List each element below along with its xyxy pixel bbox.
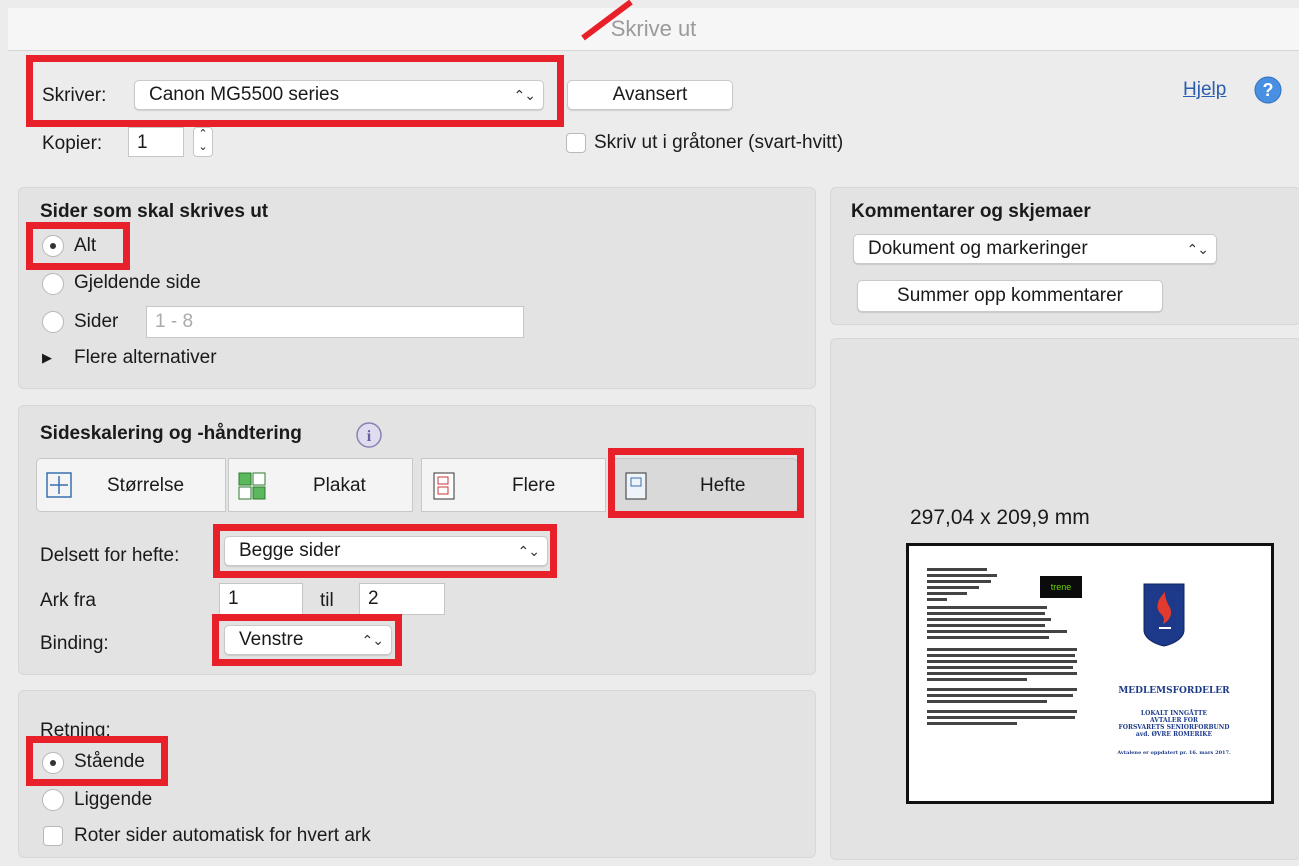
svg-text:?: ? [1263,80,1274,100]
size-icon [46,472,72,498]
advanced-button-label: Avansert [612,84,688,105]
page-range-input[interactable]: 1 - 8 [146,306,524,338]
paper-size-label: 297,04 x 209,9 mm [910,506,1090,529]
copies-label: Kopier: [42,133,103,154]
copies-stepper[interactable]: ⌃ ⌄ [193,127,213,157]
preview-sub2: AVTALER FOR [1149,717,1198,724]
copies-input[interactable]: 1 [128,127,184,157]
disclosure-triangle-icon[interactable]: ▶ [42,350,52,366]
highlight-portrait [26,736,168,786]
radio-pages[interactable] [42,311,64,333]
help-icon[interactable]: ? [1253,75,1283,105]
preview-footer: Avtalene er oppdatert pr. 16. mars 2017. [1117,750,1231,756]
pages-title: Sider som skal skrives ut [40,201,269,222]
summarize-comments-button[interactable]: Summer opp kommentarer [857,280,1163,312]
mode-poster-button[interactable]: Plakat [228,458,413,512]
page-preview: trene MEDLEMSFORDELER LOKALT INNGÅTTE AV… [906,543,1274,804]
sheets-to-input[interactable]: 2 [359,583,445,615]
preview-green-tag: trene [1040,576,1082,598]
mode-poster-label: Plakat [313,475,366,496]
comments-title: Kommentarer og skjemaer [851,201,1091,222]
flame-logo-icon [1143,583,1185,647]
help-link[interactable]: Hjelp [1183,79,1226,101]
svg-text:i: i [367,428,372,445]
auto-rotate-checkbox[interactable] [43,826,63,846]
highlight-subset [213,524,557,578]
binding-label: Binding: [40,633,109,654]
info-icon[interactable]: i [354,420,384,450]
grayscale-checkbox[interactable] [566,133,586,153]
annotation-arrow [581,0,633,41]
comments-select[interactable]: Dokument og markeringer ⌃⌄ [853,234,1217,264]
mode-size-button[interactable]: Størrelse [36,458,226,512]
scaling-title: Sideskalering og -håndtering [40,423,302,444]
radio-current-page-label: Gjeldende side [74,272,201,293]
poster-icon [238,472,266,500]
sheets-to-label: til [320,590,334,611]
subset-label: Delsett for hefte: [40,545,180,566]
more-options-label[interactable]: Flere alternativer [74,347,217,369]
window-titlebar: Skrive ut [8,8,1299,51]
summarize-comments-label: Summer opp kommentarer [897,285,1123,306]
chevron-updown-icon: ⌃⌄ [1186,241,1209,257]
comments-value: Dokument og markeringer [868,238,1088,259]
mode-size-label: Størrelse [107,475,185,496]
preview-sub4: avd. ØVRE ROMERIKE [1135,731,1213,738]
sheets-from-label: Ark fra [40,590,96,611]
preview-heading: MEDLEMSFORDELER [1118,686,1230,696]
grayscale-label: Skriv ut i gråtoner (svart-hvitt) [594,132,844,153]
radio-landscape[interactable] [42,789,64,811]
highlight-binding [212,614,402,666]
mode-multiple-button[interactable]: Flere [421,458,606,512]
radio-landscape-label: Liggende [74,789,153,810]
radio-current-page[interactable] [42,273,64,295]
preview-sub1: LOKALT INNGÅTTE [1140,710,1208,717]
preview-sub3: FORSVARETS SENIORFORBUND [1118,724,1230,731]
highlight-printer [26,55,564,127]
highlight-all [26,222,130,270]
sheets-from-input[interactable]: 1 [219,583,303,615]
radio-pages-label: Sider [74,311,119,332]
advanced-button[interactable]: Avansert [567,80,733,110]
mode-multiple-label: Flere [512,475,556,496]
auto-rotate-label: Roter sider automatisk for hvert ark [74,825,371,846]
multiple-pages-icon [433,472,455,500]
highlight-booklet [608,448,804,518]
